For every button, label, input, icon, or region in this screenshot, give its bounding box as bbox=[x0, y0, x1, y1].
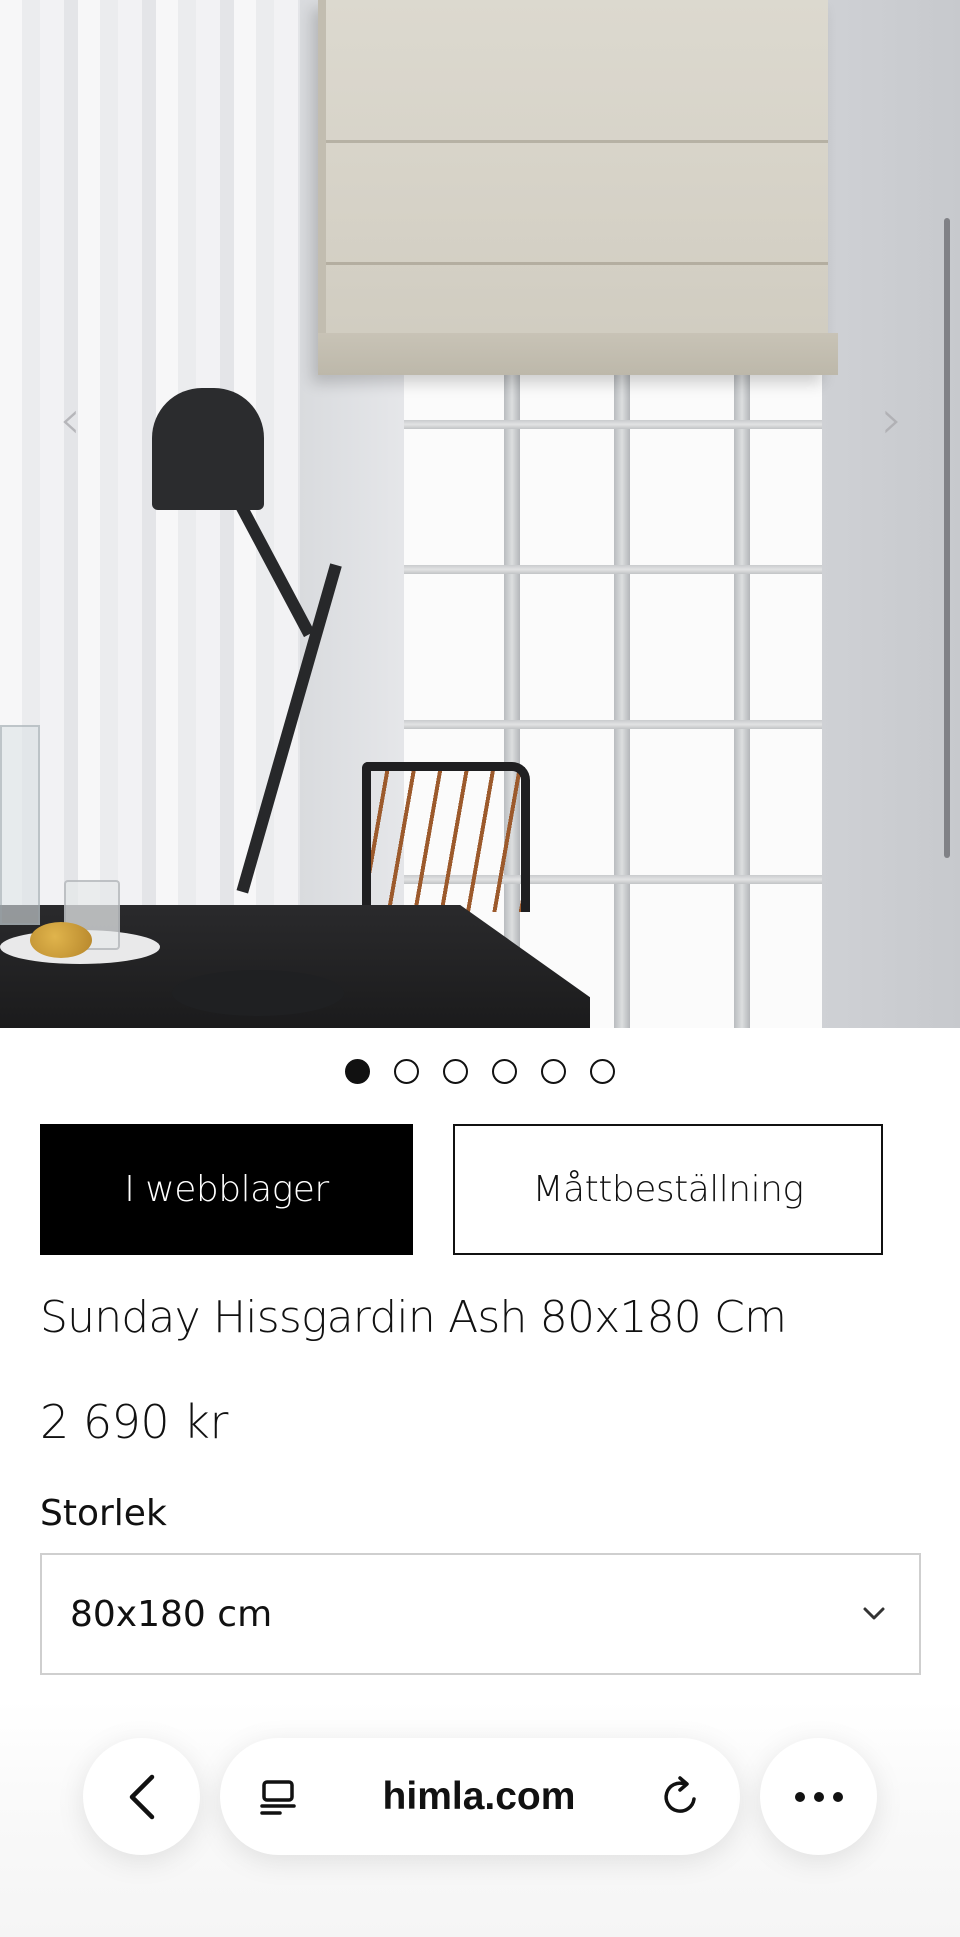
chevron-left-icon bbox=[129, 1774, 154, 1819]
more-options-button[interactable] bbox=[760, 1738, 877, 1855]
next-image-button[interactable]: › bbox=[870, 388, 914, 451]
browser-back-button[interactable] bbox=[83, 1738, 200, 1855]
carousel-dot-1[interactable] bbox=[345, 1059, 370, 1084]
blind-fold bbox=[326, 262, 828, 265]
lamp-shade bbox=[152, 388, 264, 510]
size-label: Storlek bbox=[40, 1493, 167, 1534]
chevron-right-icon: › bbox=[881, 387, 903, 451]
carousel-dot-2[interactable] bbox=[394, 1059, 419, 1084]
scrollbar[interactable] bbox=[944, 218, 950, 858]
window-mullion bbox=[504, 360, 520, 1028]
product-price: 2 690 kr bbox=[40, 1395, 228, 1449]
reload-icon[interactable] bbox=[658, 1774, 704, 1820]
pear bbox=[30, 922, 92, 958]
carousel-dot-4[interactable] bbox=[492, 1059, 517, 1084]
url-text[interactable]: himla.com bbox=[383, 1775, 576, 1819]
tab-overview-icon[interactable] bbox=[256, 1775, 300, 1819]
previous-image-button[interactable]: ‹ bbox=[48, 388, 92, 451]
window-transom bbox=[404, 420, 822, 429]
chevron-down-icon bbox=[863, 1607, 885, 1620]
blind-bottom bbox=[318, 333, 838, 375]
window-mullion bbox=[734, 360, 750, 1028]
product-image[interactable]: ‹ › bbox=[0, 0, 960, 1028]
wall-right bbox=[820, 0, 960, 1028]
carousel-dot-5[interactable] bbox=[541, 1059, 566, 1084]
in-stock-tab[interactable]: I webblager bbox=[40, 1124, 413, 1255]
carousel-dot-3[interactable] bbox=[443, 1059, 468, 1084]
carousel-dot-6[interactable] bbox=[590, 1059, 615, 1084]
window-transom bbox=[404, 565, 822, 574]
size-select[interactable]: 80x180 cm bbox=[40, 1553, 921, 1675]
more-dots-icon bbox=[794, 1791, 843, 1802]
chevron-left-icon: ‹ bbox=[59, 387, 81, 451]
blind-fold bbox=[326, 140, 828, 143]
product-title: Sunday Hissgardin Ash 80x180 Cm bbox=[40, 1292, 787, 1343]
carousel-pagination bbox=[0, 1059, 960, 1084]
roman-blind bbox=[318, 0, 838, 375]
in-stock-tab-label: I webblager bbox=[124, 1169, 329, 1210]
made-to-measure-tab-label: Måttbeställning bbox=[532, 1169, 804, 1210]
glass-vase bbox=[0, 725, 40, 925]
sheer-curtain bbox=[0, 0, 300, 1028]
chair bbox=[362, 762, 530, 912]
size-select-value: 80x180 cm bbox=[70, 1593, 273, 1635]
lamp-base bbox=[172, 970, 344, 1016]
address-bar[interactable]: himla.com bbox=[220, 1738, 740, 1855]
window-transom bbox=[404, 720, 822, 729]
window-mullion bbox=[614, 360, 630, 1028]
made-to-measure-tab[interactable]: Måttbeställning bbox=[453, 1124, 883, 1255]
